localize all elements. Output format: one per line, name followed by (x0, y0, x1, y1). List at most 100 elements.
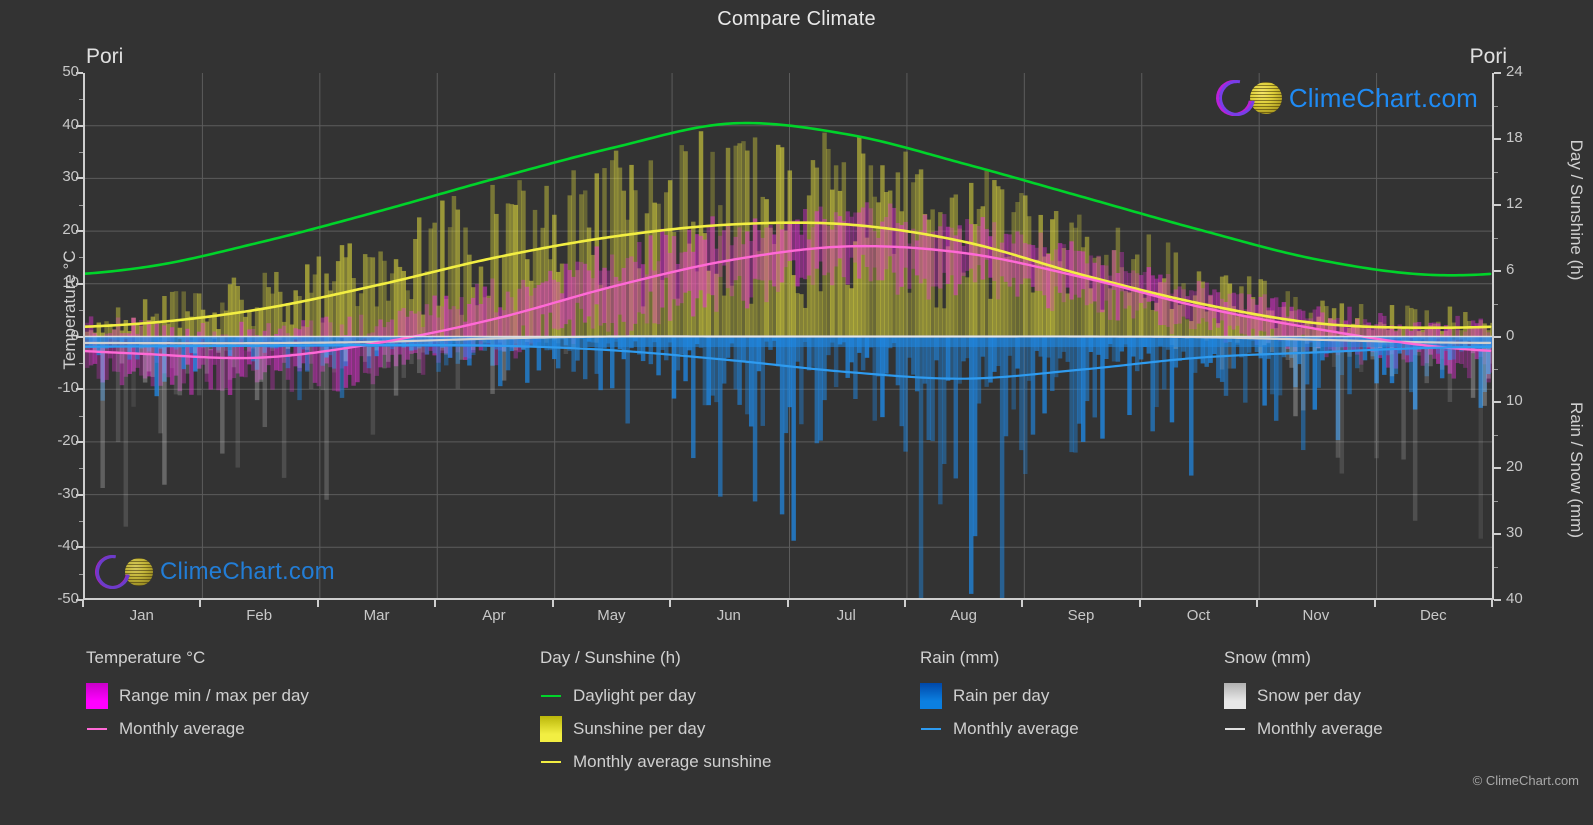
legend-item[interactable]: Rain per day (920, 679, 1079, 712)
x-axis-month-label-sep[interactable]: Sep (1021, 607, 1141, 624)
right-axis-minor-tick-precip[interactable] (1494, 369, 1498, 371)
right-axis-tick-day[interactable] (1494, 72, 1501, 74)
legend-label: Monthly average sunshine (573, 751, 772, 771)
right-axis-tick-precip[interactable] (1494, 599, 1501, 601)
chart-legend: Temperature °C Range min / max per day Mon… (0, 648, 1593, 808)
left-axis-tick-label[interactable]: 50 (62, 63, 79, 80)
x-axis-tick[interactable] (434, 600, 437, 607)
left-axis-tick-label[interactable]: 30 (62, 168, 79, 185)
left-axis-tick-label[interactable]: -40 (57, 537, 79, 554)
x-axis-month-label-apr[interactable]: Apr (434, 607, 554, 624)
legend-label: Rain per day (953, 685, 1050, 705)
right-axis-tick-label-day[interactable]: 18 (1506, 129, 1523, 146)
right-axis-minor-tick-precip[interactable] (1494, 435, 1498, 437)
x-axis-tick[interactable] (82, 600, 84, 607)
legend-line-icon (540, 749, 562, 775)
right-axis-tick-day[interactable] (1494, 269, 1501, 272)
right-axis-tick-label-precip[interactable]: 20 (1506, 458, 1523, 475)
x-axis-month-label-jun[interactable]: Jun (669, 607, 789, 624)
legend-line-icon (86, 716, 108, 742)
right-axis-minor-tick-day[interactable] (1494, 237, 1498, 239)
right-axis-tick-precip[interactable] (1494, 401, 1501, 404)
legend-label: Monthly average (119, 718, 245, 738)
x-axis-month-label-may[interactable]: May (551, 607, 671, 624)
x-axis-tick[interactable] (1373, 600, 1376, 607)
x-axis-tick[interactable] (669, 600, 672, 607)
right-axis-minor-tick-precip[interactable] (1494, 567, 1498, 569)
x-axis-tick[interactable] (1138, 600, 1141, 607)
left-axis-minor-tick[interactable] (79, 415, 83, 417)
legend-heading: Temperature °C (86, 648, 206, 667)
x-axis-tick[interactable] (786, 600, 789, 607)
right-axis-tick-label-day[interactable]: 12 (1506, 195, 1523, 212)
watermark-logo-top: ClimeChart.com (1208, 72, 1478, 124)
legend-label: Sunshine per day (573, 718, 706, 738)
legend-group-snow-mm: Snow (mm) Snow per day Monthly average (1224, 648, 1383, 745)
right-axis-tick-precip[interactable] (1494, 533, 1501, 536)
left-axis-tick-label[interactable]: 40 (62, 116, 79, 133)
legend-label: Monthly average (953, 718, 1079, 738)
logo-ring-purple-icon (1211, 72, 1262, 124)
legend-swatch-icon (920, 682, 942, 709)
x-axis-month-label-jul[interactable]: Jul (786, 607, 906, 624)
left-axis-tick-label[interactable]: -30 (57, 485, 79, 502)
right-axis-minor-tick-precip[interactable] (1494, 501, 1498, 503)
x-axis-month-label-mar[interactable]: Mar (317, 607, 437, 624)
x-axis-month-label-dec[interactable]: Dec (1373, 607, 1493, 624)
right-axis-tick-label-precip[interactable]: 10 (1506, 392, 1523, 409)
right-axis-tick-day[interactable] (1494, 137, 1501, 140)
page-title: Compare Climate (717, 8, 876, 30)
legend-swatch-icon (540, 715, 562, 742)
location-label-right: Pori (1469, 45, 1507, 68)
left-axis-title: Temperature °C (60, 250, 79, 370)
left-axis-minor-tick[interactable] (79, 468, 83, 470)
watermark-text: ClimeChart.com (160, 558, 335, 585)
legend-item[interactable]: Range min / max per day (86, 679, 309, 712)
left-axis-minor-tick[interactable] (79, 573, 83, 575)
x-axis-tick[interactable] (1256, 600, 1259, 607)
right-axis-tick-label-precip[interactable]: 30 (1506, 524, 1523, 541)
left-axis-minor-tick[interactable] (79, 204, 83, 206)
x-axis-tick[interactable] (551, 600, 554, 607)
x-axis-month-label-oct[interactable]: Oct (1138, 607, 1258, 624)
legend-label: Daylight per day (573, 685, 696, 705)
x-axis-tick[interactable] (1491, 600, 1493, 607)
legend-item[interactable]: Snow per day (1224, 679, 1383, 712)
watermark-logo-bottom: ClimeChart.com (88, 548, 335, 596)
left-axis-tick-label[interactable]: -20 (57, 432, 79, 449)
legend-item[interactable]: Monthly average (1224, 712, 1383, 745)
legend-swatch-icon (86, 682, 108, 709)
left-axis-tick-label[interactable]: -50 (57, 590, 79, 607)
right-axis-tick-label-day[interactable]: 24 (1506, 63, 1523, 80)
right-axis-tick-day[interactable] (1494, 335, 1501, 338)
right-axis-tick-label-precip[interactable]: 40 (1506, 590, 1523, 607)
x-axis-tick[interactable] (903, 600, 906, 607)
x-axis-tick[interactable] (316, 600, 319, 607)
left-axis-minor-tick[interactable] (79, 520, 83, 522)
x-axis-month-label-jan[interactable]: Jan (82, 607, 202, 624)
x-axis-month-label-aug[interactable]: Aug (904, 607, 1024, 624)
legend-item[interactable]: Daylight per day (540, 679, 771, 712)
x-axis-month-label-feb[interactable]: Feb (199, 607, 319, 624)
legend-heading: Rain (mm) (920, 648, 1000, 667)
legend-line-icon (1224, 716, 1246, 742)
climate-chart-plot (83, 73, 1492, 600)
right-axis-tick-day[interactable] (1494, 203, 1501, 206)
right-axis-tick-label-day[interactable]: 0 (1506, 327, 1514, 344)
x-axis-tick[interactable] (1021, 600, 1024, 607)
right-axis-minor-tick-day[interactable] (1494, 105, 1498, 107)
x-axis-month-label-nov[interactable]: Nov (1256, 607, 1376, 624)
right-axis-tick-precip[interactable] (1494, 467, 1501, 470)
legend-item[interactable]: Monthly average (86, 712, 309, 745)
legend-heading: Snow (mm) (1224, 648, 1311, 667)
left-axis-minor-tick[interactable] (79, 99, 83, 101)
legend-heading: Day / Sunshine (h) (540, 648, 681, 667)
legend-item[interactable]: Monthly average (920, 712, 1079, 745)
right-axis-minor-tick-day[interactable] (1494, 171, 1498, 173)
right-axis-minor-tick-day[interactable] (1494, 303, 1498, 305)
legend-item[interactable]: Sunshine per day (540, 712, 771, 745)
legend-item[interactable]: Monthly average sunshine (540, 745, 771, 778)
left-axis-minor-tick[interactable] (79, 152, 83, 154)
right-axis-tick-label-day[interactable]: 6 (1506, 261, 1514, 278)
x-axis-tick[interactable] (199, 600, 202, 607)
